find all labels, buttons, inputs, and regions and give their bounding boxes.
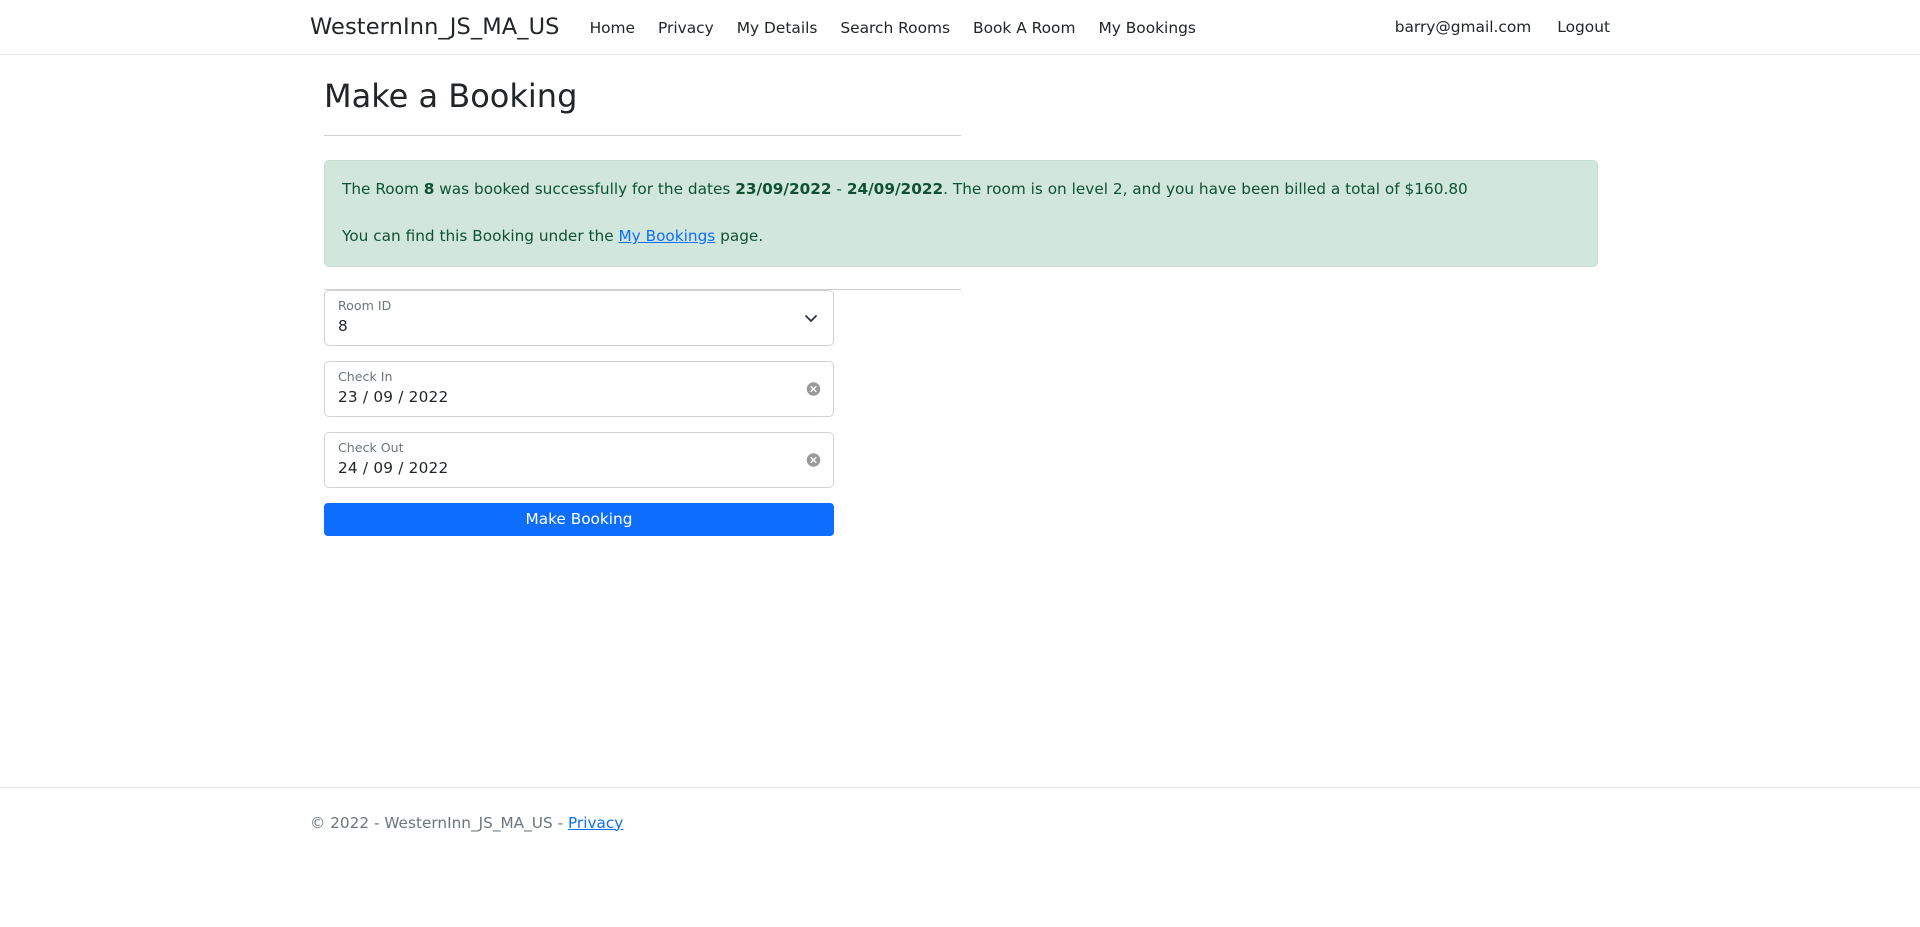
title-divider xyxy=(324,135,961,137)
nav-link-book-a-room[interactable]: Book A Room xyxy=(973,19,1075,37)
nav-item-my-details[interactable]: My Details xyxy=(737,18,818,37)
check-in-label: Check In xyxy=(338,368,393,384)
page-title: Make a Booking xyxy=(324,77,578,115)
user-email-link[interactable]: barry@gmail.com xyxy=(1395,18,1532,36)
nav-link-my-details[interactable]: My Details xyxy=(737,19,818,37)
brand-link[interactable]: WesternInn_JS_MA_US xyxy=(310,14,560,40)
check-out-value[interactable]: 24 / 09 / 2022 xyxy=(338,459,448,477)
room-id-select[interactable]: Room ID 8 xyxy=(324,289,834,346)
alert-line-2: You can find this Booking under the My B… xyxy=(342,225,1580,249)
booking-success-alert: The Room 8 was booked successfully for t… xyxy=(324,160,1598,267)
check-out-label: Check Out xyxy=(338,439,404,455)
alert-text-part-1: The Room xyxy=(342,180,424,199)
alert-room-id: 8 xyxy=(423,180,435,199)
alert-line2-part-2: page. xyxy=(715,227,764,246)
room-id-label: Room ID xyxy=(338,297,392,313)
alert-check-in-date: 23/09/2022 xyxy=(735,180,832,199)
nav-item-book-a-room[interactable]: Book A Room xyxy=(973,18,1075,37)
clear-circle-icon[interactable] xyxy=(806,381,821,396)
make-booking-button[interactable]: Make Booking xyxy=(324,502,834,536)
user-nav: barry@gmail.com Logout xyxy=(1395,18,1610,36)
my-bookings-link[interactable]: My Bookings xyxy=(618,227,715,245)
footer-text: © 2022 - WesternInn_JS_MA_US - Privacy xyxy=(0,814,623,832)
alert-date-separator: - xyxy=(831,180,847,199)
alert-line2-part-1: You can find this Booking under the xyxy=(342,227,619,246)
alert-text-part-3: . The room is on level 2, and you have b… xyxy=(943,180,1468,199)
footer-privacy-link[interactable]: Privacy xyxy=(568,814,623,832)
clear-circle-icon[interactable] xyxy=(806,452,821,467)
logout-link[interactable]: Logout xyxy=(1557,18,1610,36)
top-navbar: WesternInn_JS_MA_US Home Privacy My Deta… xyxy=(0,0,1920,55)
nav-link-home[interactable]: Home xyxy=(590,19,635,37)
check-out-field[interactable]: Check Out 24 / 09 / 2022 xyxy=(324,431,834,488)
nav-item-my-bookings[interactable]: My Bookings xyxy=(1098,18,1195,37)
chevron-down-icon[interactable] xyxy=(803,310,819,326)
room-id-value: 8 xyxy=(338,316,348,335)
nav-item-privacy[interactable]: Privacy xyxy=(658,18,714,37)
check-in-field[interactable]: Check In 23 / 09 / 2022 xyxy=(324,360,834,417)
footer-copyright: © 2022 - WesternInn_JS_MA_US - xyxy=(310,813,568,832)
nav-link-my-bookings[interactable]: My Bookings xyxy=(1098,19,1195,37)
check-in-value[interactable]: 23 / 09 / 2022 xyxy=(338,388,448,406)
nav-link-search-rooms[interactable]: Search Rooms xyxy=(840,19,950,37)
alert-check-out-date: 24/09/2022 xyxy=(846,180,944,199)
nav-item-home[interactable]: Home xyxy=(590,18,635,37)
navbar-inner: WesternInn_JS_MA_US Home Privacy My Deta… xyxy=(0,14,1920,40)
alert-line-1: The Room 8 was booked successfully for t… xyxy=(342,178,1580,202)
content-container: Make a Booking The Room 8 was booked suc… xyxy=(0,55,1920,536)
nav-link-privacy[interactable]: Privacy xyxy=(658,19,714,37)
primary-nav: Home Privacy My Details Search Rooms Boo… xyxy=(590,18,1196,37)
booking-form: Room ID 8 Check In 23 / 09 / 2022 Check … xyxy=(324,288,1596,536)
nav-item-search-rooms[interactable]: Search Rooms xyxy=(840,18,950,37)
alert-text-part-2: was booked successfully for the dates xyxy=(434,180,736,199)
page-footer: © 2022 - WesternInn_JS_MA_US - Privacy xyxy=(0,787,1920,857)
page-body: Make a Booking The Room 8 was booked suc… xyxy=(0,55,1920,857)
